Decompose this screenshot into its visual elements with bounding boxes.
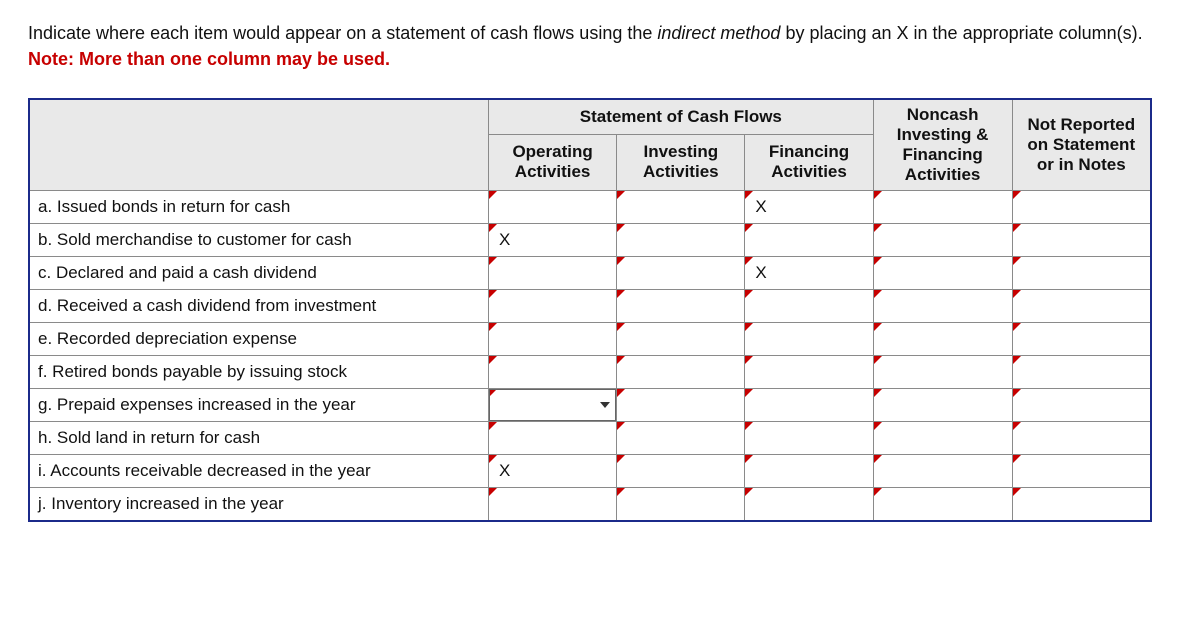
- answer-cell[interactable]: [488, 488, 616, 521]
- row-label: g. Prepaid expenses increased in the yea…: [29, 389, 488, 422]
- table-row: e. Recorded depreciation expense: [29, 323, 1151, 356]
- answer-cell[interactable]: [1012, 191, 1151, 224]
- answer-cell[interactable]: [488, 389, 616, 422]
- answer-cell[interactable]: [617, 191, 745, 224]
- answer-cell[interactable]: [617, 389, 745, 422]
- answer-cell[interactable]: [745, 455, 873, 488]
- answer-cell[interactable]: [745, 224, 873, 257]
- answer-cell[interactable]: [488, 422, 616, 455]
- answer-cell[interactable]: [1012, 389, 1151, 422]
- answer-cell[interactable]: [488, 290, 616, 323]
- instructions-text-2: by placing an X in the appropriate colum…: [780, 23, 1142, 43]
- row-label: i. Accounts receivable decreased in the …: [29, 455, 488, 488]
- table-row: g. Prepaid expenses increased in the yea…: [29, 389, 1151, 422]
- answer-cell[interactable]: [617, 488, 745, 521]
- answer-cell[interactable]: [617, 455, 745, 488]
- header-group: Statement of Cash Flows: [488, 99, 873, 134]
- row-label: d. Received a cash dividend from investm…: [29, 290, 488, 323]
- row-label: h. Sold land in return for cash: [29, 422, 488, 455]
- answer-cell[interactable]: [617, 224, 745, 257]
- answer-cell[interactable]: X: [745, 191, 873, 224]
- header-investing: Investing Activities: [617, 134, 745, 191]
- table-row: j. Inventory increased in the year: [29, 488, 1151, 521]
- header-noncash: Noncash Investing & Financing Activities: [873, 99, 1012, 191]
- answer-cell[interactable]: [617, 290, 745, 323]
- answer-cell[interactable]: [1012, 488, 1151, 521]
- answer-cell[interactable]: [873, 422, 1012, 455]
- answer-cell[interactable]: [873, 290, 1012, 323]
- instructions-text-1: Indicate where each item would appear on…: [28, 23, 657, 43]
- answer-cell[interactable]: [1012, 356, 1151, 389]
- header-operating: Operating Activities: [488, 134, 616, 191]
- row-label: b. Sold merchandise to customer for cash: [29, 224, 488, 257]
- chevron-down-icon[interactable]: [600, 402, 610, 408]
- answer-cell[interactable]: [1012, 422, 1151, 455]
- answer-cell[interactable]: [873, 323, 1012, 356]
- answer-cell[interactable]: [873, 488, 1012, 521]
- answer-cell[interactable]: [617, 356, 745, 389]
- answer-cell[interactable]: [873, 224, 1012, 257]
- row-label: j. Inventory increased in the year: [29, 488, 488, 521]
- instructions-italic: indirect method: [657, 23, 780, 43]
- answer-cell[interactable]: X: [488, 455, 616, 488]
- answer-cell[interactable]: [617, 257, 745, 290]
- answer-cell[interactable]: [488, 257, 616, 290]
- answer-cell[interactable]: X: [745, 257, 873, 290]
- row-label: e. Recorded depreciation expense: [29, 323, 488, 356]
- answer-cell[interactable]: [745, 389, 873, 422]
- row-label: a. Issued bonds in return for cash: [29, 191, 488, 224]
- answer-cell[interactable]: [745, 488, 873, 521]
- header-notreported: Not Reported on Statement or in Notes: [1012, 99, 1151, 191]
- table-row: d. Received a cash dividend from investm…: [29, 290, 1151, 323]
- answer-cell[interactable]: [1012, 323, 1151, 356]
- answer-cell[interactable]: [488, 191, 616, 224]
- answer-cell[interactable]: [873, 455, 1012, 488]
- table-row: b. Sold merchandise to customer for cash…: [29, 224, 1151, 257]
- table-row: f. Retired bonds payable by issuing stoc…: [29, 356, 1151, 389]
- answer-cell[interactable]: [745, 422, 873, 455]
- answer-cell[interactable]: [1012, 290, 1151, 323]
- row-label: f. Retired bonds payable by issuing stoc…: [29, 356, 488, 389]
- cashflow-table: Statement of Cash Flows Noncash Investin…: [28, 98, 1152, 522]
- table-row: h. Sold land in return for cash: [29, 422, 1151, 455]
- answer-cell[interactable]: [1012, 455, 1151, 488]
- answer-cell[interactable]: [488, 323, 616, 356]
- answer-cell[interactable]: [617, 323, 745, 356]
- header-financing: Financing Activities: [745, 134, 873, 191]
- instructions-block: Indicate where each item would appear on…: [28, 20, 1172, 72]
- answer-cell[interactable]: [745, 323, 873, 356]
- answer-cell[interactable]: [488, 356, 616, 389]
- instructions-note: Note: More than one column may be used.: [28, 49, 390, 69]
- answer-cell[interactable]: [1012, 257, 1151, 290]
- answer-cell[interactable]: [873, 356, 1012, 389]
- answer-cell[interactable]: [745, 356, 873, 389]
- answer-cell[interactable]: [1012, 224, 1151, 257]
- row-label: c. Declared and paid a cash dividend: [29, 257, 488, 290]
- answer-cell[interactable]: [745, 290, 873, 323]
- answer-cell[interactable]: X: [488, 224, 616, 257]
- answer-cell[interactable]: [873, 191, 1012, 224]
- table-row: c. Declared and paid a cash dividend X: [29, 257, 1151, 290]
- answer-cell[interactable]: [873, 389, 1012, 422]
- table-row: i. Accounts receivable decreased in the …: [29, 455, 1151, 488]
- table-row: a. Issued bonds in return for cash X: [29, 191, 1151, 224]
- answer-cell[interactable]: [617, 422, 745, 455]
- header-blank: [29, 99, 488, 191]
- answer-cell[interactable]: [873, 257, 1012, 290]
